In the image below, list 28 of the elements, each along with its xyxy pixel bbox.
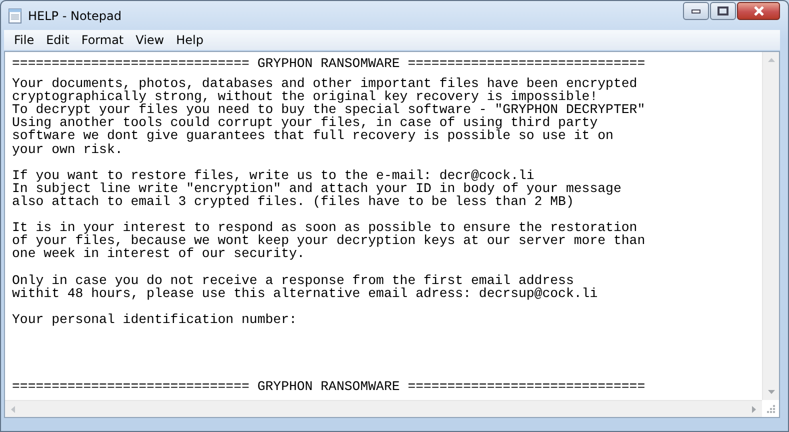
notepad-icon	[8, 8, 22, 24]
minimize-icon	[691, 8, 701, 14]
scroll-up-icon[interactable]	[768, 58, 774, 62]
horizontal-scrollbar[interactable]	[5, 400, 762, 417]
paragraph: Your documents, photos, databases and other important files have been encrypted cryptographically strong, without the original key recovery is impossible! To decrypt your files you need to buy the special software - "GRYPHON DECRYPTER" Using another tools could corrupt your files, in case of using third party software we dont give guarantees that full recovery is possible so use it on your own risk.	[12, 77, 646, 156]
paragraph: It is in your interest to respond as soon as possible to ensure the restoration of your files, because we wont keep your decryption keys at our server more than one week in interest of our security.	[12, 221, 646, 260]
menu-item[interactable]: Format	[75, 33, 130, 47]
resize-grip-icon[interactable]	[767, 405, 775, 413]
menu-item[interactable]: View	[130, 33, 170, 47]
scroll-right-icon[interactable]	[752, 406, 756, 412]
paragraph: Your personal identification number:	[12, 312, 297, 326]
maximize-icon	[717, 6, 729, 16]
separator-line: ============================== GRYPHON RANSOMWARE ==============================	[12, 57, 646, 70]
minimize-button[interactable]	[683, 2, 709, 20]
maximize-button[interactable]	[710, 2, 736, 20]
scroll-down-icon[interactable]	[768, 390, 774, 394]
menu-item[interactable]: File	[8, 33, 40, 47]
text-area[interactable]	[4, 51, 780, 418]
menu-item[interactable]: Help	[170, 33, 210, 47]
scroll-left-icon[interactable]	[11, 406, 15, 412]
window-title: HELP - Notepad	[28, 8, 122, 22]
menu-item[interactable]: Edit	[40, 33, 76, 47]
paragraph: If you want to restore files, write us to the e-mail: decr@cock.li In subject line write "encryption" and attach your ID in body of your message also attach to email 3 crypted files. (files have to be less than 2 MB)	[12, 168, 622, 208]
paragraph: Only in case you do not receive a response from the first email address withit 48 hours, please use this alternative email adress: decrsup@cock.li	[12, 274, 598, 300]
close-button[interactable]	[737, 2, 780, 20]
close-icon	[752, 6, 764, 16]
vertical-scrollbar[interactable]	[762, 52, 779, 400]
separator-line: ============================== GRYPHON RANSOMWARE ==============================	[12, 380, 646, 393]
